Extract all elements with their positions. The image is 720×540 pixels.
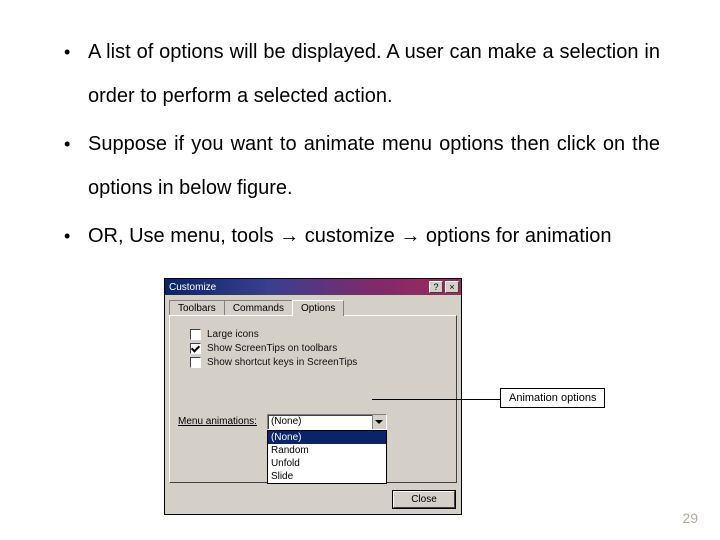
option-random[interactable]: Random xyxy=(268,444,386,457)
bullet-item-2: Suppose if you want to animate menu opti… xyxy=(60,122,660,210)
combo-value: (None) xyxy=(268,415,372,429)
page-number: 29 xyxy=(682,510,698,526)
checkbox-icon xyxy=(190,357,201,368)
close-button[interactable]: Close xyxy=(393,491,455,508)
option-none[interactable]: (None) xyxy=(268,431,386,444)
bullet-item-3: OR, Use menu, tools → customize → option… xyxy=(60,214,660,258)
checkbox-shortcut-keys[interactable]: Show shortcut keys in ScreenTips xyxy=(190,357,448,368)
checkbox-label: Show shortcut keys in ScreenTips xyxy=(207,357,357,368)
dialog-titlebar: Customize ? × xyxy=(165,279,461,295)
customize-dialog: Customize ? × Toolbars Commands Options … xyxy=(164,278,462,515)
checkbox-large-icons[interactable]: Large icons xyxy=(190,329,448,340)
checkbox-label: Large icons xyxy=(207,329,259,340)
menu-animations-label: Menu animations: xyxy=(178,414,257,427)
tab-options[interactable]: Options xyxy=(292,300,344,316)
bullet-list: A list of options will be displayed. A u… xyxy=(60,30,660,258)
chevron-down-icon[interactable] xyxy=(372,415,386,429)
dialog-footer: Close xyxy=(165,487,461,514)
option-slide[interactable]: Slide xyxy=(268,470,386,483)
combo-dropdown: (None) Random Unfold Slide xyxy=(267,430,387,484)
bullet-item-1: A list of options will be displayed. A u… xyxy=(60,30,660,118)
dialog-title: Customize xyxy=(169,282,427,293)
tab-strip: Toolbars Commands Options xyxy=(165,295,461,315)
checkbox-icon xyxy=(190,329,201,340)
tab-toolbars[interactable]: Toolbars xyxy=(169,300,225,316)
option-unfold[interactable]: Unfold xyxy=(268,457,386,470)
close-icon[interactable]: × xyxy=(445,281,459,293)
checkbox-label: Show ScreenTips on toolbars xyxy=(207,343,337,354)
checkbox-screentips[interactable]: Show ScreenTips on toolbars xyxy=(190,343,448,354)
menu-animations-combo[interactable]: (None) (None) Random Unfold Slide xyxy=(267,414,387,484)
callout-connector xyxy=(372,399,500,400)
checkbox-icon xyxy=(190,343,201,354)
callout-annotation: Animation options xyxy=(500,388,605,408)
tab-commands[interactable]: Commands xyxy=(224,300,293,316)
help-button[interactable]: ? xyxy=(429,281,443,293)
